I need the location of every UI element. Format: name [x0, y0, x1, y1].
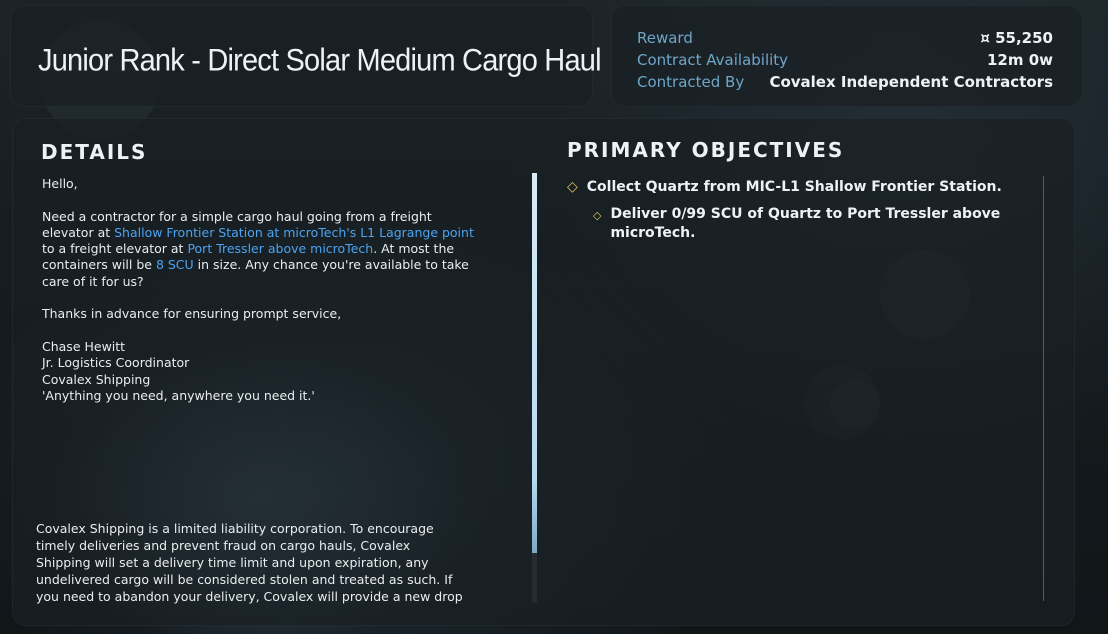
objectives-scrollbar[interactable] [1043, 176, 1044, 601]
location-link-shallow-frontier[interactable]: Shallow Frontier Station at microTech's … [114, 225, 474, 240]
details-text: to a freight elevator at [42, 241, 188, 257]
details-scrollbar[interactable] [532, 173, 537, 603]
availability-label: Contract Availability [637, 51, 789, 69]
cargo-size-link[interactable]: 8 SCU [156, 257, 194, 272]
details-heading: DETAILS [41, 140, 148, 164]
signature-title: Jr. Logistics Coordinator [42, 355, 190, 371]
availability-row: Contract Availability 12m 0w [637, 49, 1053, 71]
objective-text: Deliver 0/99 SCU of Quartz to Port Tress… [610, 206, 1001, 241]
contracted-by-label: Contracted By [637, 73, 745, 91]
details-thanks: Thanks in advance for ensuring prompt se… [42, 306, 342, 322]
objective-subitem: ◇ Deliver 0/99 SCU of Quartz to Port Tre… [593, 205, 1013, 243]
availability-value: 12m 0w [986, 51, 1053, 69]
contract-title: Junior Rank - Direct Solar Medium Cargo … [38, 43, 602, 79]
contract-title-panel: Junior Rank - Direct Solar Medium Cargo … [10, 5, 602, 107]
details-body: Hello, Need a contractor for a simple ca… [42, 176, 482, 404]
location-link-port-tressler[interactable]: Port Tressler above microTech [187, 241, 373, 256]
objective-item: ◇ Collect Quartz from MIC-L1 Shallow Fro… [567, 178, 1002, 197]
signature-motto: 'Anything you need, anywhere you need it… [42, 387, 315, 403]
contracted-by-value: Covalex Independent Contractors [769, 73, 1053, 91]
reward-value: ¤ 55,250 [980, 29, 1053, 47]
signature-name: Chase Hewitt [42, 338, 126, 354]
legal-disclaimer: Covalex Shipping is a limited liability … [36, 521, 463, 604]
contracted-by-row: Contracted By Covalex Independent Contra… [637, 71, 1053, 93]
details-greeting: Hello, [42, 176, 78, 191]
objectives-heading: PRIMARY OBJECTIVES [567, 138, 845, 162]
reward-label: Reward [637, 29, 693, 47]
diamond-icon: ◇ [567, 179, 578, 195]
contract-main-panel: DETAILS Hello, Need a contractor for a s… [12, 118, 1075, 626]
signature-company: Covalex Shipping [42, 371, 151, 387]
objective-text: Collect Quartz from MIC-L1 Shallow Front… [586, 179, 1002, 195]
details-scrollbar-thumb[interactable] [532, 173, 537, 553]
reward-row: Reward ¤ 55,250 [637, 27, 1053, 49]
details-paragraph: Need a contractor for a simple cargo hau… [42, 209, 482, 290]
diamond-icon: ◇ [593, 209, 602, 222]
contract-info-panel: Reward ¤ 55,250 Contract Availability 12… [611, 5, 1083, 107]
